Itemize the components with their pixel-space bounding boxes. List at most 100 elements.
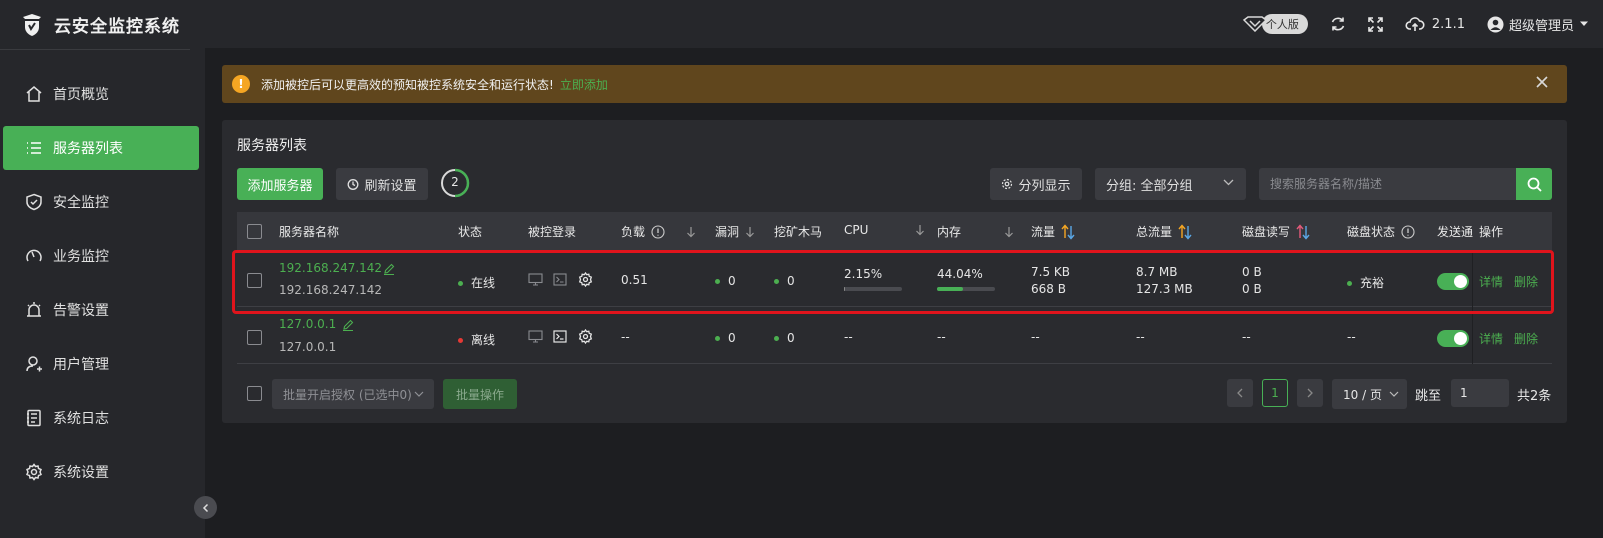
terminal-icon[interactable] bbox=[553, 330, 567, 343]
miner-dot bbox=[774, 336, 779, 341]
sidebar-item-settings[interactable]: 系统设置 bbox=[3, 450, 199, 494]
column-display-button[interactable]: 分列显示 bbox=[990, 168, 1082, 200]
miner-cell: 0 bbox=[774, 331, 795, 345]
sort-updown-icon bbox=[1296, 223, 1310, 240]
edition-badge[interactable]: 个人版 bbox=[1242, 14, 1308, 34]
fullscreen-button[interactable] bbox=[1368, 16, 1383, 32]
prev-page-button[interactable] bbox=[1227, 379, 1253, 407]
page-size-select[interactable]: 10 / 页 bbox=[1332, 379, 1407, 409]
refresh-settings-button[interactable]: 刷新设置 bbox=[336, 168, 428, 200]
close-icon[interactable] bbox=[1535, 75, 1549, 89]
delete-link[interactable]: 删除 bbox=[1514, 273, 1538, 290]
server-name-link[interactable]: 127.0.0.1 bbox=[279, 317, 336, 331]
chevron-down-icon bbox=[1389, 391, 1399, 397]
col-login-label: 被控登录 bbox=[528, 225, 577, 239]
remote-desktop-icon[interactable] bbox=[528, 330, 543, 343]
vuln-dot bbox=[715, 279, 720, 284]
gear-icon[interactable] bbox=[578, 329, 593, 344]
sidebar-collapse-button[interactable] bbox=[194, 496, 217, 519]
sidebar-item-users[interactable]: 用户管理 bbox=[3, 342, 199, 386]
load-value: -- bbox=[621, 330, 630, 344]
chevron-right-icon bbox=[1307, 388, 1313, 398]
sidebar-item-home[interactable]: 首页概览 bbox=[3, 72, 199, 116]
edit-icon[interactable] bbox=[342, 319, 354, 331]
version-label: 2.1.1 bbox=[1431, 16, 1465, 32]
row-checkbox[interactable] bbox=[247, 330, 262, 345]
mem-value: -- bbox=[937, 330, 946, 344]
row-checkbox[interactable] bbox=[247, 273, 262, 288]
page-1-button[interactable]: 1 bbox=[1262, 379, 1288, 407]
refresh-countdown: 2 bbox=[440, 168, 470, 198]
col-disk-status: 磁盘状态 bbox=[1347, 223, 1415, 240]
sidebar-item-label: 安全监控 bbox=[53, 195, 109, 211]
refresh-button[interactable] bbox=[1330, 16, 1346, 32]
avatar-icon bbox=[1487, 16, 1504, 32]
col-cpu[interactable]: CPU bbox=[844, 223, 925, 237]
vuln-dot bbox=[715, 336, 720, 341]
col-load[interactable]: 负载 bbox=[621, 223, 696, 240]
sidebar-item-security[interactable]: 安全监控 bbox=[3, 180, 199, 224]
sidebar-item-logs[interactable]: 系统日志 bbox=[3, 396, 199, 440]
server-name: 192.168.247.142 bbox=[279, 261, 383, 275]
disk-status-dot bbox=[1347, 281, 1352, 286]
delete-link[interactable]: 删除 bbox=[1514, 330, 1538, 347]
detail-link[interactable]: 详情 bbox=[1479, 273, 1503, 290]
col-login: 被控登录 bbox=[528, 223, 576, 240]
disk-read: 0 B bbox=[1242, 265, 1262, 279]
traffic-down: 668 B bbox=[1031, 282, 1066, 296]
jump-page-input[interactable] bbox=[1451, 379, 1509, 407]
total-count: 共2条 bbox=[1517, 389, 1552, 404]
status-dot bbox=[458, 281, 463, 286]
user-menu[interactable]: 超级管理员 bbox=[1487, 15, 1589, 34]
col-mem[interactable]: 内存 bbox=[937, 223, 1014, 240]
mem-bar bbox=[937, 287, 995, 291]
sidebar: 云安全监控系统 首页概览 服务器列表 安全监控 业务监控 告警设置 用户管理 系… bbox=[0, 0, 205, 538]
search-input[interactable] bbox=[1259, 168, 1517, 200]
panel-title: 服务器列表 bbox=[237, 138, 307, 154]
notice-alert: ! 添加被控后可以更高效的预知被控系统安全和运行状态! 立即添加 bbox=[222, 65, 1567, 103]
sort-updown-icon bbox=[1061, 223, 1075, 240]
col-total-traffic[interactable]: 总流量 bbox=[1136, 223, 1192, 240]
col-traffic-label: 流量 bbox=[1031, 225, 1056, 239]
search-button[interactable] bbox=[1516, 168, 1552, 200]
col-vuln[interactable]: 漏洞 bbox=[715, 223, 755, 240]
server-desc: 127.0.0.1 bbox=[279, 340, 337, 354]
col-disk-rw-label: 磁盘读写 bbox=[1242, 225, 1291, 239]
col-traffic[interactable]: 流量 bbox=[1031, 223, 1075, 240]
remote-desktop-icon[interactable] bbox=[528, 273, 543, 286]
col-disk-rw[interactable]: 磁盘读写 bbox=[1242, 223, 1310, 240]
sidebar-item-servers[interactable]: 服务器列表 bbox=[3, 126, 199, 170]
sidebar-item-business[interactable]: 业务监控 bbox=[3, 234, 199, 278]
edit-icon[interactable] bbox=[383, 263, 395, 275]
sidebar-item-alarm[interactable]: 告警设置 bbox=[3, 288, 199, 332]
terminal-icon[interactable] bbox=[553, 273, 567, 286]
version-button[interactable]: 2.1.1 bbox=[1405, 16, 1465, 32]
footer-select-checkbox[interactable] bbox=[247, 386, 262, 401]
col-status-label: 状态 bbox=[458, 225, 483, 239]
detail-link[interactable]: 详情 bbox=[1479, 330, 1503, 347]
sort-down-icon bbox=[746, 226, 754, 237]
col-load-label: 负载 bbox=[621, 225, 646, 239]
notify-toggle[interactable] bbox=[1437, 330, 1469, 347]
topbar: 个人版 2.1.1 超级管理员 bbox=[205, 0, 1603, 48]
batch-operation-button[interactable]: 批量操作 bbox=[443, 379, 517, 409]
server-name-link[interactable]: 192.168.247.142 bbox=[279, 261, 382, 275]
group-select[interactable]: 分组: 全部分组 bbox=[1095, 168, 1246, 200]
select-all-checkbox[interactable] bbox=[247, 224, 262, 239]
col-notify-label: 发送通 bbox=[1437, 225, 1474, 239]
gear-icon[interactable] bbox=[578, 272, 593, 287]
mem-bar-fill bbox=[937, 287, 963, 291]
add-now-link[interactable]: 立即添加 bbox=[560, 76, 608, 93]
batch-auth-select[interactable]: 批量开启授权 (已选中0) bbox=[272, 379, 434, 409]
col-name: 服务器名称 bbox=[279, 223, 339, 240]
log-icon bbox=[27, 409, 41, 427]
warning-icon: ! bbox=[232, 75, 250, 93]
next-page-button[interactable] bbox=[1297, 379, 1323, 407]
table-row: 192.168.247.142 192.168.247.142 在线 0.51 … bbox=[237, 250, 1552, 307]
add-server-button[interactable]: 添加服务器 bbox=[237, 168, 323, 200]
notify-toggle[interactable] bbox=[1437, 273, 1469, 290]
list-icon bbox=[27, 142, 41, 154]
chevron-left-icon bbox=[1237, 388, 1243, 398]
col-status: 状态 bbox=[458, 223, 482, 240]
miner-cell: 0 bbox=[774, 274, 795, 288]
